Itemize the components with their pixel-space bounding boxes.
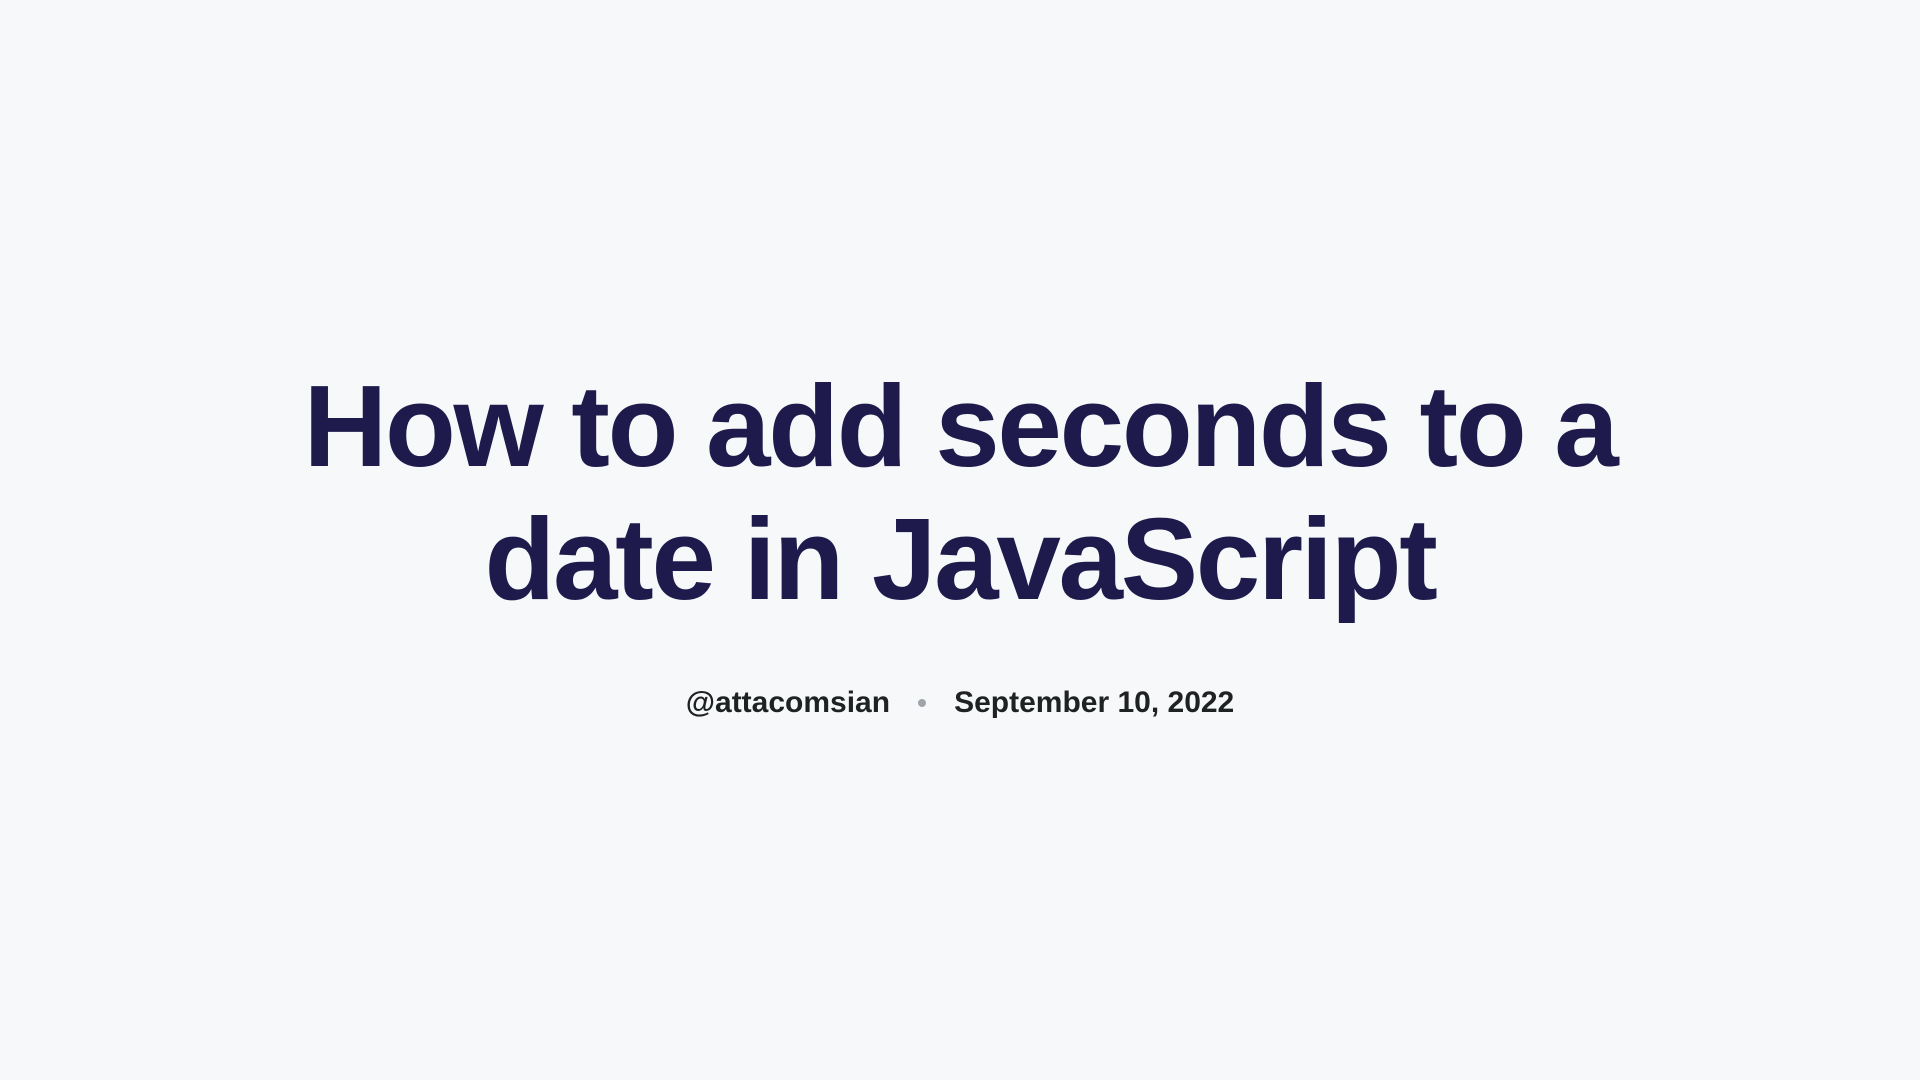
article-title: How to add seconds to a date in JavaScri… — [300, 360, 1620, 627]
author-handle: @attacomsian — [686, 686, 890, 720]
separator-dot — [918, 699, 926, 707]
article-header: How to add seconds to a date in JavaScri… — [260, 360, 1660, 721]
publish-date: September 10, 2022 — [954, 686, 1234, 720]
article-meta: @attacomsian September 10, 2022 — [300, 686, 1620, 720]
